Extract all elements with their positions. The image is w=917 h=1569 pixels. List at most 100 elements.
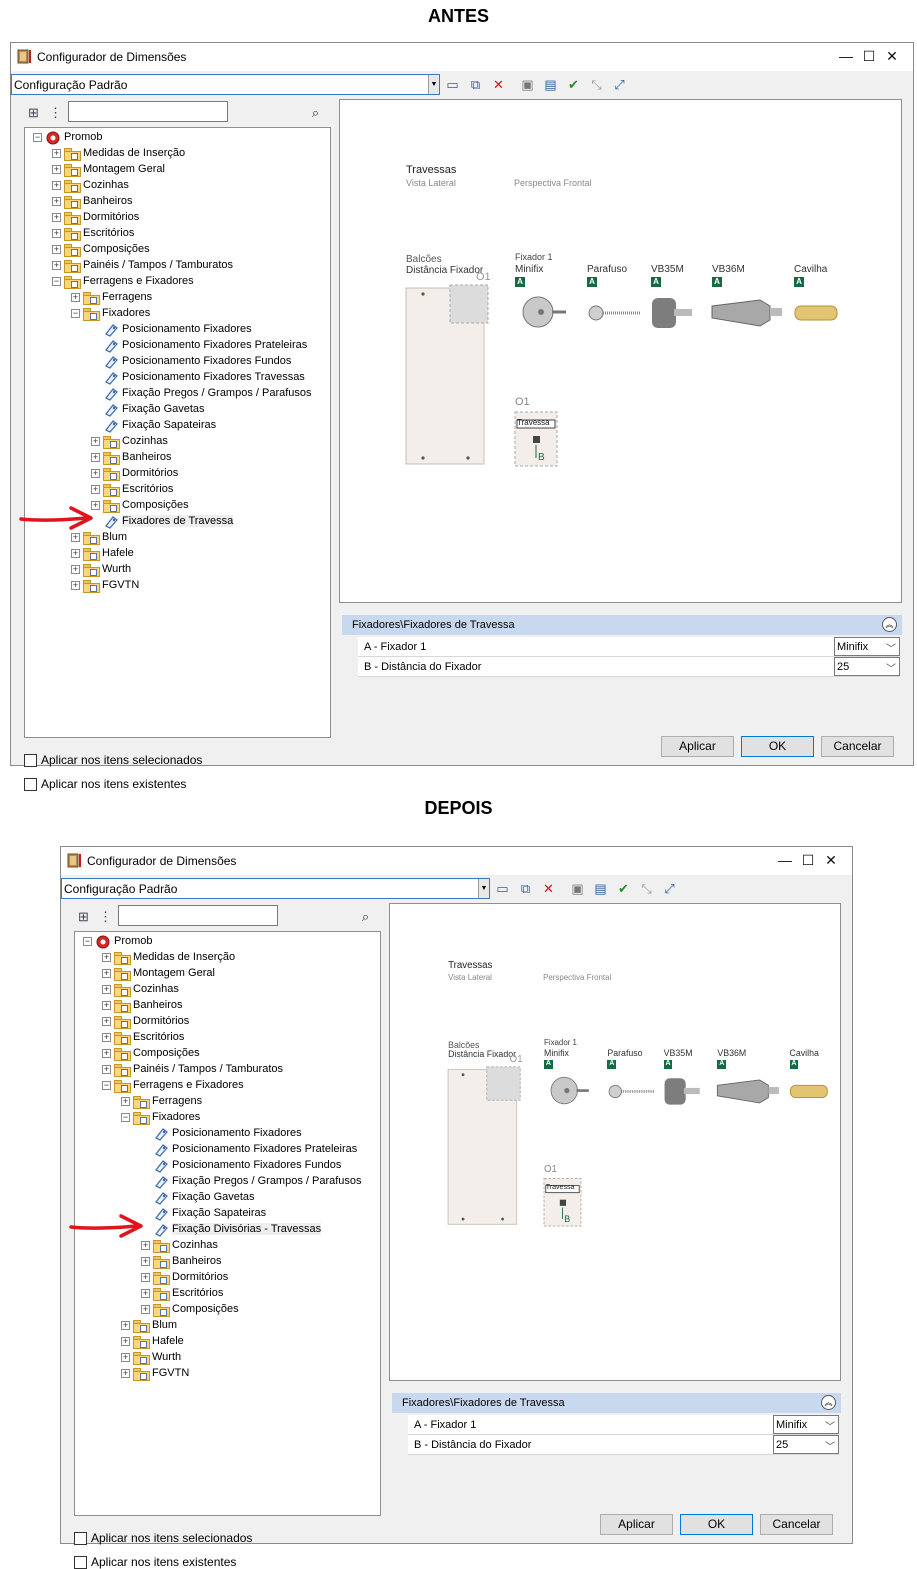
delete-icon[interactable]: ✕ [540,880,557,897]
collapse-icon[interactable]: − [71,309,80,318]
expand-icon[interactable]: + [102,969,111,978]
tree-item[interactable]: Posicionamento Fixadores Prateleiras [25,338,330,354]
tree-item[interactable]: + Dormitórios [25,210,330,226]
rename-icon[interactable]: ▭ [444,76,461,93]
expand-icon[interactable]: + [121,1321,130,1330]
tree-item[interactable]: + Blum [75,1318,380,1334]
expand-icon[interactable]: + [141,1289,150,1298]
tree-item[interactable]: − Promob [25,130,330,146]
apply-config-icon[interactable]: ✔ [565,76,582,93]
tree-item[interactable]: + Dormitórios [25,466,330,482]
tree-item[interactable]: + Banheiros [75,1254,380,1270]
chevron-down-icon[interactable]: ﹀ [886,660,896,675]
tree-item[interactable]: − Fixadores [25,306,330,322]
chevron-down-icon[interactable]: ﹀ [825,1418,835,1433]
tree-item[interactable]: Fixação Gavetas [75,1190,380,1206]
expand-icon[interactable]: + [102,1001,111,1010]
expand-icon[interactable]: + [102,985,111,994]
tree-item[interactable]: + Cozinhas [25,434,330,450]
tree-item[interactable]: + Escritórios [75,1286,380,1302]
tree-item[interactable]: + Cozinhas [75,982,380,998]
expand-arrows-icon[interactable]: ⤢ [661,880,678,897]
expand-icon[interactable]: + [52,181,61,190]
tree-item[interactable]: − Ferragens e Fixadores [75,1078,380,1094]
apply-existing-checkbox[interactable] [24,778,37,791]
tree-item[interactable]: − Promob [75,934,380,950]
tree-item[interactable]: + Painéis / Tampos / Tamburatos [75,1062,380,1078]
search-input[interactable] [68,101,228,122]
collapse-icon[interactable]: − [83,937,92,946]
cancel-button[interactable]: Cancelar [821,736,894,757]
save-as-icon[interactable]: ▤ [592,880,609,897]
tree-item[interactable]: + Escritórios [25,482,330,498]
tree-item[interactable]: + Wurth [25,562,330,578]
collapse-icon[interactable]: − [52,277,61,286]
expand-icon[interactable]: + [102,1065,111,1074]
expand-icon[interactable]: + [91,453,100,462]
expand-icon[interactable]: + [52,229,61,238]
expand-arrows-icon[interactable]: ⤢ [611,76,628,93]
tree-item[interactable]: + Ferragens [75,1094,380,1110]
collapse-arrows-icon[interactable]: ⤡ [638,880,655,897]
expand-icon[interactable]: + [52,245,61,254]
fixador-select[interactable]: Minifix ﹀ [773,1415,839,1434]
chevron-down-icon[interactable]: ▼ [428,75,439,94]
copy-config-icon[interactable]: ⧉ [467,76,484,93]
expand-icon[interactable]: + [121,1369,130,1378]
tree-item[interactable]: + Medidas de Inserção [75,950,380,966]
apply-existing-checkbox[interactable] [74,1556,87,1569]
save-as-icon[interactable]: ▤ [542,76,559,93]
tree-item[interactable]: + Hafele [25,546,330,562]
expand-icon[interactable]: + [141,1241,150,1250]
tree-item[interactable]: − Fixadores [75,1110,380,1126]
expand-icon[interactable]: + [52,165,61,174]
chevron-down-icon[interactable]: ﹀ [886,640,896,655]
distancia-select[interactable]: 25 ﹀ [834,657,900,676]
expand-icon[interactable]: + [141,1305,150,1314]
apply-button[interactable]: Aplicar [661,736,734,757]
collapse-icon[interactable]: ︽ [821,1395,836,1410]
tree-item[interactable]: Posicionamento Fixadores [75,1126,380,1142]
expand-icon[interactable]: + [71,549,80,558]
find-icon[interactable]: ⌕ [307,104,324,121]
tree-item[interactable]: + Wurth [75,1350,380,1366]
expand-icon[interactable]: + [71,565,80,574]
tree-item[interactable]: + Dormitórios [75,1270,380,1286]
expand-icon[interactable]: + [71,581,80,590]
tree-item[interactable]: + Hafele [75,1334,380,1350]
tree-item[interactable]: + Ferragens [25,290,330,306]
tree-item[interactable]: + Banheiros [25,194,330,210]
tree-item[interactable]: Posicionamento Fixadores Prateleiras [75,1142,380,1158]
tree-item[interactable]: − Ferragens e Fixadores [25,274,330,290]
tree-collapse-icon[interactable]: ⋮ [97,908,114,925]
expand-icon[interactable]: + [102,1033,111,1042]
apply-selected-checkbox[interactable] [24,754,37,767]
tree-item[interactable]: + Escritórios [25,226,330,242]
tree-item[interactable]: Fixação Gavetas [25,402,330,418]
tree-expand-icon[interactable]: ⊞ [75,908,92,925]
tree-item[interactable]: + Montagem Geral [75,966,380,982]
tree-item[interactable]: + Montagem Geral [25,162,330,178]
collapse-icon[interactable]: − [33,133,42,142]
delete-icon[interactable]: ✕ [490,76,507,93]
collapse-icon[interactable]: − [121,1113,130,1122]
tree-item[interactable]: Fixação Pregos / Grampos / Parafusos [75,1174,380,1190]
tree-item[interactable]: + Composições [75,1302,380,1318]
ok-button[interactable]: OK [680,1514,753,1535]
tree-item[interactable]: + FGVTN [25,578,330,594]
distancia-select[interactable]: 25 ﹀ [773,1435,839,1454]
expand-icon[interactable]: + [102,1049,111,1058]
tree-collapse-icon[interactable]: ⋮ [47,104,64,121]
save-icon[interactable]: ▣ [519,76,536,93]
tree-item[interactable]: + Cozinhas [25,178,330,194]
tree-item[interactable]: Fixação Pregos / Grampos / Parafusos [25,386,330,402]
expand-icon[interactable]: + [91,437,100,446]
chevron-down-icon[interactable]: ﹀ [825,1438,835,1453]
collapse-icon[interactable]: − [102,1081,111,1090]
configuration-select[interactable]: Configuração Padrão ▼ [61,878,490,899]
tree-item[interactable]: Posicionamento Fixadores Travessas [25,370,330,386]
tree-item[interactable]: Posicionamento Fixadores [25,322,330,338]
tree-item[interactable]: + Escritórios [75,1030,380,1046]
tree-item[interactable]: Posicionamento Fixadores Fundos [25,354,330,370]
expand-icon[interactable]: + [52,149,61,158]
